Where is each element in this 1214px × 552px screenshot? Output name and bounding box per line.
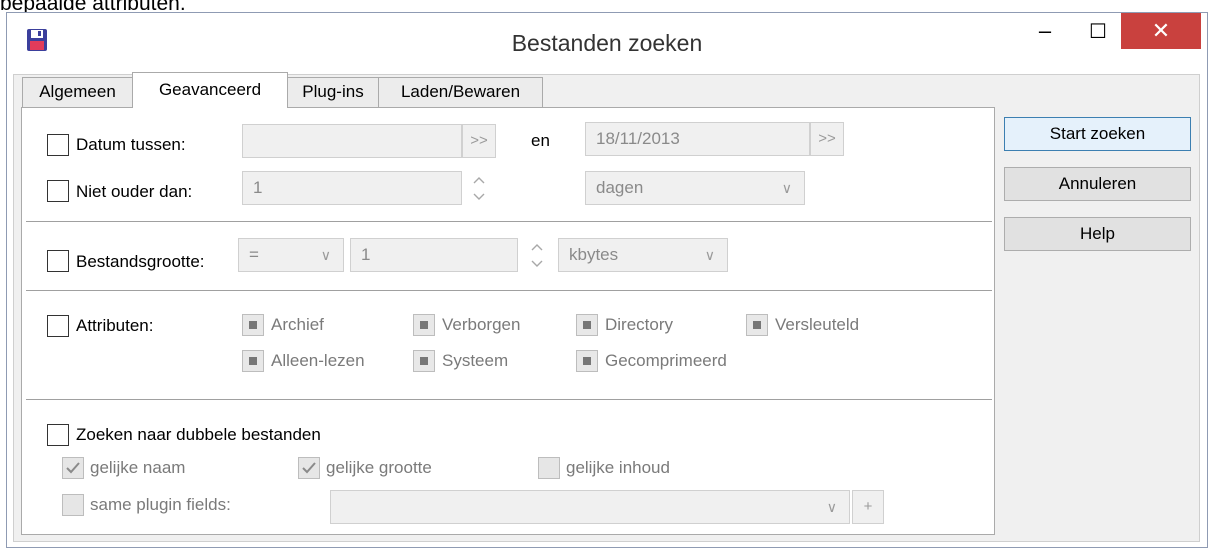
title-bar[interactable]: Bestanden zoeken – ☐ ✕ xyxy=(7,13,1207,73)
advanced-tab-panel xyxy=(21,107,995,535)
cancel-button[interactable]: Annuleren xyxy=(1004,167,1191,201)
floppy-disk-icon xyxy=(27,29,47,51)
tab-plug-ins[interactable]: Plug-ins xyxy=(287,77,379,107)
tab-laden-bewaren[interactable]: Laden/Bewaren xyxy=(378,77,543,107)
minimize-button[interactable]: – xyxy=(1025,13,1065,49)
help-button[interactable]: Help xyxy=(1004,217,1191,251)
close-button[interactable]: ✕ xyxy=(1121,13,1201,49)
maximize-button[interactable]: ☐ xyxy=(1073,13,1123,49)
tab-geavanceerd[interactable]: Geavanceerd xyxy=(132,72,288,108)
tab-algemeen[interactable]: Algemeen xyxy=(22,77,133,107)
start-search-button[interactable]: Start zoeken xyxy=(1004,117,1191,151)
